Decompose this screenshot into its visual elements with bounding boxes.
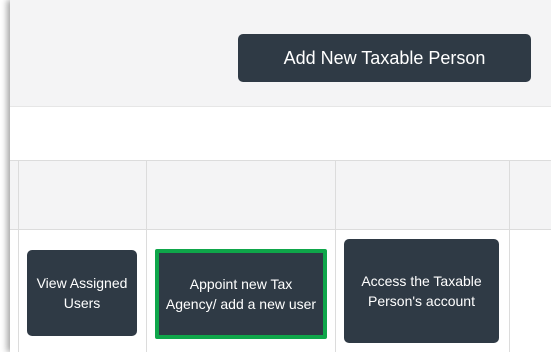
view-assigned-users-button[interactable]: View Assigned Users xyxy=(27,250,137,336)
taxable-persons-table: View Assigned Users Appoint new Tax Agen… xyxy=(10,160,551,352)
table-header-row xyxy=(10,161,551,230)
add-new-taxable-person-button[interactable]: Add New Taxable Person xyxy=(238,34,531,82)
app-window: Add New Taxable Person View Assigned Use… xyxy=(10,0,551,352)
column-divider xyxy=(509,161,510,352)
column-divider xyxy=(146,161,147,352)
page-toolbar: Add New Taxable Person xyxy=(10,0,551,107)
appoint-tax-agency-button[interactable]: Appoint new Tax Agency/ add a new user xyxy=(155,249,327,339)
column-divider xyxy=(335,161,336,352)
access-taxable-person-account-button[interactable]: Access the Taxable Person's account xyxy=(344,239,499,343)
column-divider xyxy=(18,161,19,352)
